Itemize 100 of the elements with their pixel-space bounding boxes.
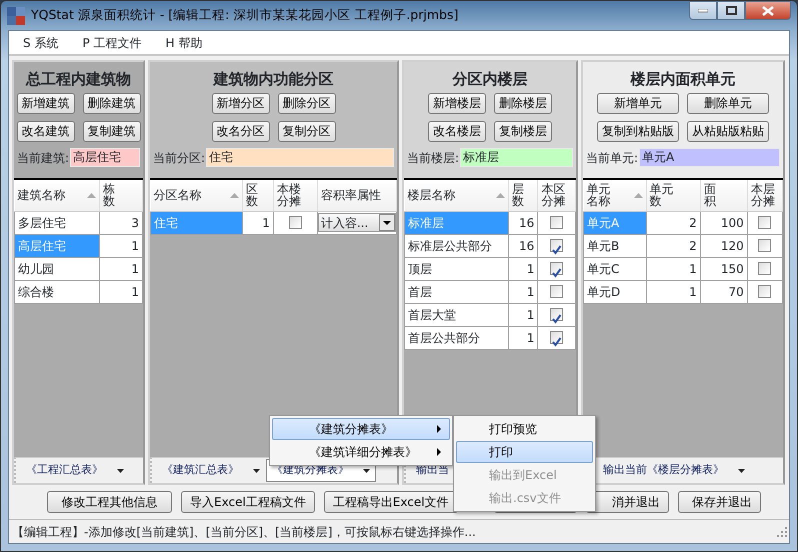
column-header[interactable]: 建筑名称	[14, 180, 100, 211]
table-cell[interactable]: 幼儿园	[14, 257, 100, 280]
sort-arrow-icon	[230, 192, 239, 198]
table-cell[interactable]: 1	[508, 257, 538, 280]
table-cell[interactable]: 70	[700, 280, 748, 303]
action-button[interactable]: 导入Excel工程稿文件	[181, 491, 315, 513]
table-cell[interactable]: 单元B	[584, 234, 646, 257]
checkbox[interactable]	[758, 239, 772, 252]
table-cell[interactable]: 100	[700, 211, 748, 234]
table-cell[interactable]: 2	[646, 234, 700, 257]
current-label: 当前楼层:	[407, 150, 460, 166]
table-cell[interactable]: 综合楼	[14, 280, 100, 303]
panel-button[interactable]: 从粘贴版粘贴	[687, 121, 769, 142]
checkbox[interactable]	[550, 308, 564, 321]
caret-icon	[117, 468, 124, 472]
panel-button[interactable]: 复制到粘贴版	[597, 121, 679, 142]
menu-item[interactable]: 打印	[456, 441, 593, 463]
menu-item[interactable]: H 帮助	[164, 34, 204, 52]
caret-icon	[738, 468, 745, 472]
table-cell[interactable]: 1	[242, 211, 274, 234]
minimize-button[interactable]	[689, 1, 717, 20]
checkbox[interactable]	[758, 216, 772, 229]
table-cell[interactable]: 多层住宅	[14, 211, 100, 234]
menu-item[interactable]: P 工程文件	[80, 34, 144, 52]
column-header[interactable]: 层数	[508, 180, 538, 211]
column-header[interactable]: 栋数	[100, 180, 142, 211]
action-button[interactable]: 保存并退出	[678, 491, 761, 513]
table-cell[interactable]: 120	[700, 234, 748, 257]
panel-button[interactable]: 删除分区	[278, 93, 336, 114]
table-cell[interactable]: 1	[100, 257, 142, 280]
table-cell[interactable]: 150	[700, 257, 748, 280]
column-header[interactable]: 容积率属性	[317, 180, 396, 211]
current-field[interactable]: 单元A	[639, 148, 780, 167]
table-cell[interactable]: 1	[508, 280, 538, 303]
panel-button[interactable]: 复制建筑	[82, 121, 140, 142]
table-cell[interactable]: 16	[508, 211, 538, 234]
report-dropdown[interactable]: 《建筑汇总表》	[156, 459, 266, 482]
checkbox[interactable]	[550, 331, 564, 344]
current-field[interactable]: 住宅	[206, 148, 394, 167]
table-cell[interactable]: 首层	[404, 280, 509, 303]
table-cell[interactable]: 单元D	[584, 280, 646, 303]
menu-item[interactable]: 《建筑分摊表》	[272, 418, 450, 440]
report-dropdown[interactable]: 输出当前《楼层分摊表》	[597, 459, 751, 482]
action-button[interactable]: 工程稿导出Excel文件	[324, 491, 458, 513]
column-header[interactable]: 单元名称	[584, 180, 646, 211]
table-cell[interactable]: 1	[100, 280, 142, 303]
caret-icon	[253, 468, 260, 472]
panel-button[interactable]: 删除单元	[687, 93, 769, 114]
table-cell[interactable]: 3	[100, 211, 142, 234]
table-cell[interactable]: 1	[100, 234, 142, 257]
column-header[interactable]: 面积	[700, 180, 748, 211]
panel-button[interactable]: 新增建筑	[16, 93, 74, 114]
column-header[interactable]: 本楼分摊	[273, 180, 318, 211]
checkbox[interactable]	[550, 216, 564, 229]
panel-button[interactable]: 删除建筑	[82, 93, 140, 114]
menu-item[interactable]: S 系统	[21, 34, 60, 52]
table-cell[interactable]: 2	[646, 211, 700, 234]
maximize-button[interactable]	[717, 1, 745, 20]
table-cell[interactable]: 标准层公共部分	[404, 234, 509, 257]
action-button[interactable]: 修改工程其他信息	[47, 491, 172, 513]
panel-button[interactable]: 复制楼层	[494, 121, 552, 142]
table-cell[interactable]: 1	[508, 326, 538, 349]
report-dropdown[interactable]: 《工程汇总表》	[20, 459, 130, 482]
column-header[interactable]: 本区分摊	[538, 180, 576, 211]
table-cell[interactable]: 顶层	[404, 257, 509, 280]
checkbox[interactable]	[758, 262, 772, 275]
checkbox[interactable]	[550, 285, 564, 298]
panel-button[interactable]: 改名楼层	[428, 121, 486, 142]
checkbox[interactable]	[550, 262, 564, 275]
panel-title: 楼层内面积单元	[630, 69, 736, 90]
checkbox[interactable]	[758, 285, 772, 298]
table-cell[interactable]: 16	[508, 234, 538, 257]
column-header[interactable]: 分区名称	[150, 180, 242, 211]
column-header[interactable]: 楼层名称	[404, 180, 509, 211]
checkbox[interactable]	[288, 216, 302, 229]
table-cell[interactable]: 1	[646, 280, 700, 303]
dropdown-field[interactable]: 计入容...	[318, 213, 396, 232]
app-icon	[7, 6, 25, 24]
panel-button[interactable]: 改名分区	[212, 121, 270, 142]
panel-button[interactable]: 改名建筑	[16, 121, 74, 142]
panel-button[interactable]: 新增楼层	[428, 93, 486, 114]
table-cell[interactable]: 首层大堂	[404, 303, 509, 326]
close-button[interactable]	[745, 1, 791, 20]
table-cell[interactable]: 1	[508, 303, 538, 326]
table-cell[interactable]: 首层公共部分	[404, 326, 509, 349]
checkbox[interactable]	[550, 239, 564, 252]
sort-arrow-icon	[87, 192, 96, 198]
table-cell[interactable]: 1	[646, 257, 700, 280]
panel-button[interactable]: 新增分区	[212, 93, 270, 114]
sort-arrow-icon	[496, 192, 506, 198]
column-header[interactable]: 区数	[242, 180, 274, 211]
current-field[interactable]: 标准层	[460, 148, 573, 167]
panel-button[interactable]: 新增单元	[597, 93, 679, 114]
column-header[interactable]: 单元数	[646, 180, 700, 211]
menu-item[interactable]: 打印预览	[456, 418, 593, 440]
panel-button[interactable]: 删除楼层	[494, 93, 552, 114]
table-cell[interactable]: 单元C	[584, 257, 646, 280]
current-field[interactable]: 高层住宅	[70, 148, 140, 167]
column-header[interactable]: 本层分摊	[747, 180, 782, 211]
panel-button[interactable]: 复制分区	[278, 121, 336, 142]
